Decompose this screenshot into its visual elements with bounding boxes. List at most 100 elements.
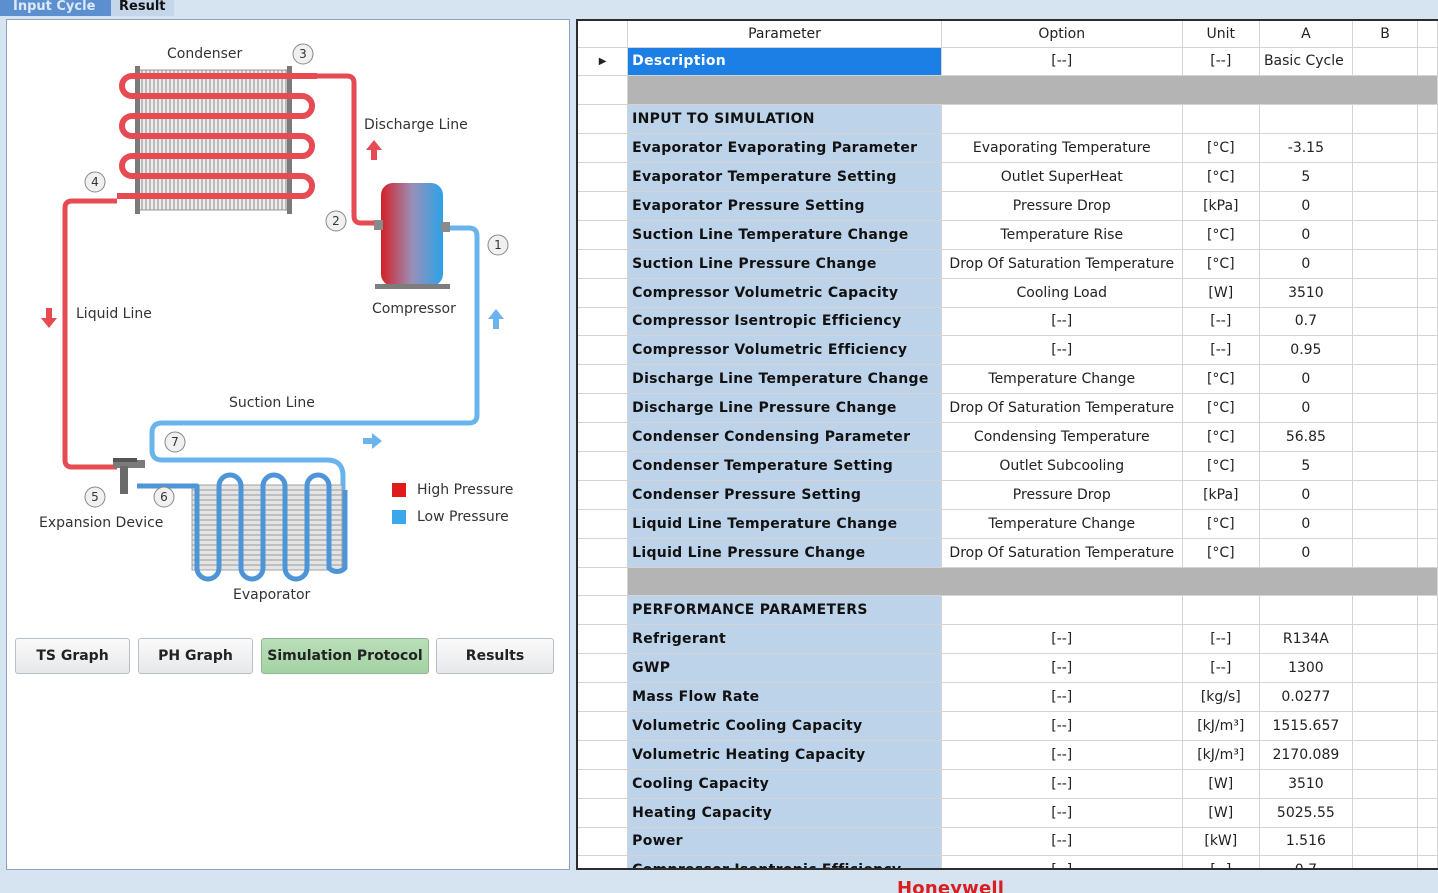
value-a-cell[interactable]: -3.15 xyxy=(1259,133,1353,164)
table-row[interactable]: Condenser Condensing Parameter Condensing… xyxy=(578,422,1438,452)
value-b-cell[interactable] xyxy=(1352,393,1419,424)
value-a-cell[interactable]: 56.85 xyxy=(1259,422,1353,452)
table-row[interactable]: Suction Line Temperature Change Temperatu… xyxy=(578,220,1438,250)
option-cell[interactable]: [--] xyxy=(941,827,1183,857)
table-row[interactable]: Mass Flow Rate [--] [kg/s] 0.0277 xyxy=(578,682,1438,712)
option-cell[interactable]: Pressure Drop xyxy=(941,191,1183,221)
value-a-cell[interactable]: 3510 xyxy=(1259,278,1353,308)
value-b-cell[interactable] xyxy=(1352,451,1419,481)
value-b-cell[interactable] xyxy=(1352,278,1419,308)
column-header-a[interactable]: A xyxy=(1259,21,1353,48)
value-a-cell[interactable]: 0 xyxy=(1259,249,1353,279)
table-row[interactable]: Evaporator Evaporating Parameter Evaporat… xyxy=(578,133,1438,164)
table-row[interactable]: Compressor Isentropic Efficiency[--][--]… xyxy=(578,855,1438,868)
option-cell[interactable]: Pressure Drop xyxy=(941,480,1183,510)
simulation-protocol-button[interactable]: Simulation Protocol xyxy=(261,638,429,674)
value-b-cell[interactable] xyxy=(1352,364,1419,395)
value-a-cell[interactable]: 0.7 xyxy=(1259,307,1353,337)
value-b-cell[interactable] xyxy=(1352,220,1419,250)
tab-input-cycle[interactable]: Input Cycle xyxy=(0,0,111,16)
ts-graph-button[interactable]: TS Graph xyxy=(15,638,130,674)
value-a-cell[interactable]: 1.516 xyxy=(1259,827,1353,857)
description-parameter-cell[interactable]: Description xyxy=(627,47,942,77)
option-cell[interactable]: Temperature Change xyxy=(941,364,1183,395)
table-row[interactable]: Volumetric Cooling Capacity [--] [kJ/m³] 15… xyxy=(578,711,1438,741)
table-row[interactable]: Compressor Volumetric Efficiency [--] [--]… xyxy=(578,335,1438,366)
option-cell[interactable]: Temperature Rise xyxy=(941,220,1183,250)
table-row[interactable]: Suction Line Pressure Change Drop Of Satu… xyxy=(578,249,1438,279)
value-a-cell[interactable]: 0 xyxy=(1259,191,1353,221)
value-b-cell[interactable] xyxy=(1352,538,1419,568)
value-b-cell[interactable] xyxy=(1352,798,1419,828)
option-cell[interactable]: [--] xyxy=(941,769,1183,799)
value-a-cell[interactable]: 0 xyxy=(1259,509,1353,539)
value-a-cell[interactable]: 0 xyxy=(1259,393,1353,424)
table-row[interactable]: Power [--] [kW] 1.516 xyxy=(578,827,1438,857)
option-cell[interactable]: Condensing Temperature xyxy=(941,422,1183,452)
option-cell[interactable]: [--] xyxy=(941,855,1183,868)
table-row[interactable]: Volumetric Heating Capacity [--] [kJ/m³] 21… xyxy=(578,740,1438,770)
table-row[interactable]: Discharge Line Pressure Change Drop Of Sa… xyxy=(578,393,1438,424)
description-row[interactable]: ▶ Description [--] [--] Basic Cycle xyxy=(578,47,1438,77)
option-cell[interactable]: Drop Of Saturation Temperature xyxy=(941,249,1183,279)
column-header-unit[interactable]: Unit xyxy=(1182,21,1260,48)
table-row[interactable]: Condenser Pressure Setting Pressure Drop[… xyxy=(578,480,1438,510)
value-a-cell[interactable]: 0.95 xyxy=(1259,335,1353,366)
results-button[interactable]: Results xyxy=(436,638,554,674)
value-a-cell[interactable]: 5 xyxy=(1259,162,1353,192)
description-option-cell[interactable]: [--] xyxy=(941,47,1183,77)
value-a-cell[interactable]: 5 xyxy=(1259,451,1353,481)
option-cell[interactable]: Temperature Change xyxy=(941,509,1183,539)
value-a-cell[interactable]: 5025.55 xyxy=(1259,798,1353,828)
option-cell[interactable]: Cooling Load xyxy=(941,278,1183,308)
option-cell[interactable]: [--] xyxy=(941,653,1183,684)
option-cell[interactable]: [--] xyxy=(941,307,1183,337)
table-row[interactable]: Compressor Isentropic Efficiency[--][--]… xyxy=(578,307,1438,337)
value-b-cell[interactable] xyxy=(1352,480,1419,510)
value-b-cell[interactable] xyxy=(1352,133,1419,164)
table-row[interactable]: Liquid Line Pressure Change Drop Of Satur… xyxy=(578,538,1438,568)
table-row[interactable]: Evaporator Pressure Setting Pressure Drop… xyxy=(578,191,1438,221)
table-row[interactable]: GWP [--] [--] 1300 xyxy=(578,653,1438,684)
option-cell[interactable]: [--] xyxy=(941,798,1183,828)
value-b-cell[interactable] xyxy=(1352,682,1419,712)
value-b-cell[interactable] xyxy=(1352,740,1419,770)
value-b-cell[interactable] xyxy=(1352,711,1419,741)
value-b-cell[interactable] xyxy=(1352,422,1419,452)
value-b-cell[interactable] xyxy=(1352,509,1419,539)
value-a-cell[interactable]: 0.7 xyxy=(1259,855,1353,868)
table-row[interactable]: Cooling Capacity [--] [W] 3510 xyxy=(578,769,1438,799)
value-b-cell[interactable] xyxy=(1352,191,1419,221)
value-a-cell[interactable]: R134A xyxy=(1259,624,1353,655)
value-b-cell[interactable] xyxy=(1352,307,1419,337)
table-row[interactable]: Compressor Volumetric Capacity Cooling Lo… xyxy=(578,278,1438,308)
value-a-cell[interactable]: 0 xyxy=(1259,364,1353,395)
value-a-cell[interactable]: 0 xyxy=(1259,220,1353,250)
tab-result[interactable]: Result xyxy=(111,0,174,16)
table-row[interactable]: Condenser Temperature Setting Outlet Subc… xyxy=(578,451,1438,481)
option-cell[interactable]: [--] xyxy=(941,335,1183,366)
column-header-parameter[interactable]: Parameter xyxy=(627,21,942,48)
table-row[interactable]: Refrigerant [--] [--] R134A xyxy=(578,624,1438,655)
value-a-cell[interactable]: 3510 xyxy=(1259,769,1353,799)
option-cell[interactable]: Drop Of Saturation Temperature xyxy=(941,393,1183,424)
value-b-cell[interactable] xyxy=(1352,335,1419,366)
value-a-cell[interactable]: 2170.089 xyxy=(1259,740,1353,770)
column-header-b[interactable]: B xyxy=(1352,21,1419,48)
value-a-cell[interactable]: 0 xyxy=(1259,480,1353,510)
description-value-b[interactable] xyxy=(1352,47,1419,77)
ph-graph-button[interactable]: PH Graph xyxy=(138,638,253,674)
value-a-cell[interactable]: 1515.657 xyxy=(1259,711,1353,741)
option-cell[interactable]: Outlet Subcooling xyxy=(941,451,1183,481)
value-a-cell[interactable]: 0.0277 xyxy=(1259,682,1353,712)
table-row[interactable]: Discharge Line Temperature Change Tempera… xyxy=(578,364,1438,395)
value-b-cell[interactable] xyxy=(1352,653,1419,684)
table-row[interactable]: Liquid Line Temperature Change Temperatur… xyxy=(578,509,1438,539)
table-row[interactable]: Evaporator Temperature Setting Outlet Sup… xyxy=(578,162,1438,192)
table-row[interactable]: Heating Capacity [--] [W] 5025.55 xyxy=(578,798,1438,828)
option-cell[interactable]: [--] xyxy=(941,740,1183,770)
option-cell[interactable]: [--] xyxy=(941,624,1183,655)
description-value-a[interactable]: Basic Cycle xyxy=(1259,47,1353,77)
value-a-cell[interactable]: 0 xyxy=(1259,538,1353,568)
option-cell[interactable]: Outlet SuperHeat xyxy=(941,162,1183,192)
